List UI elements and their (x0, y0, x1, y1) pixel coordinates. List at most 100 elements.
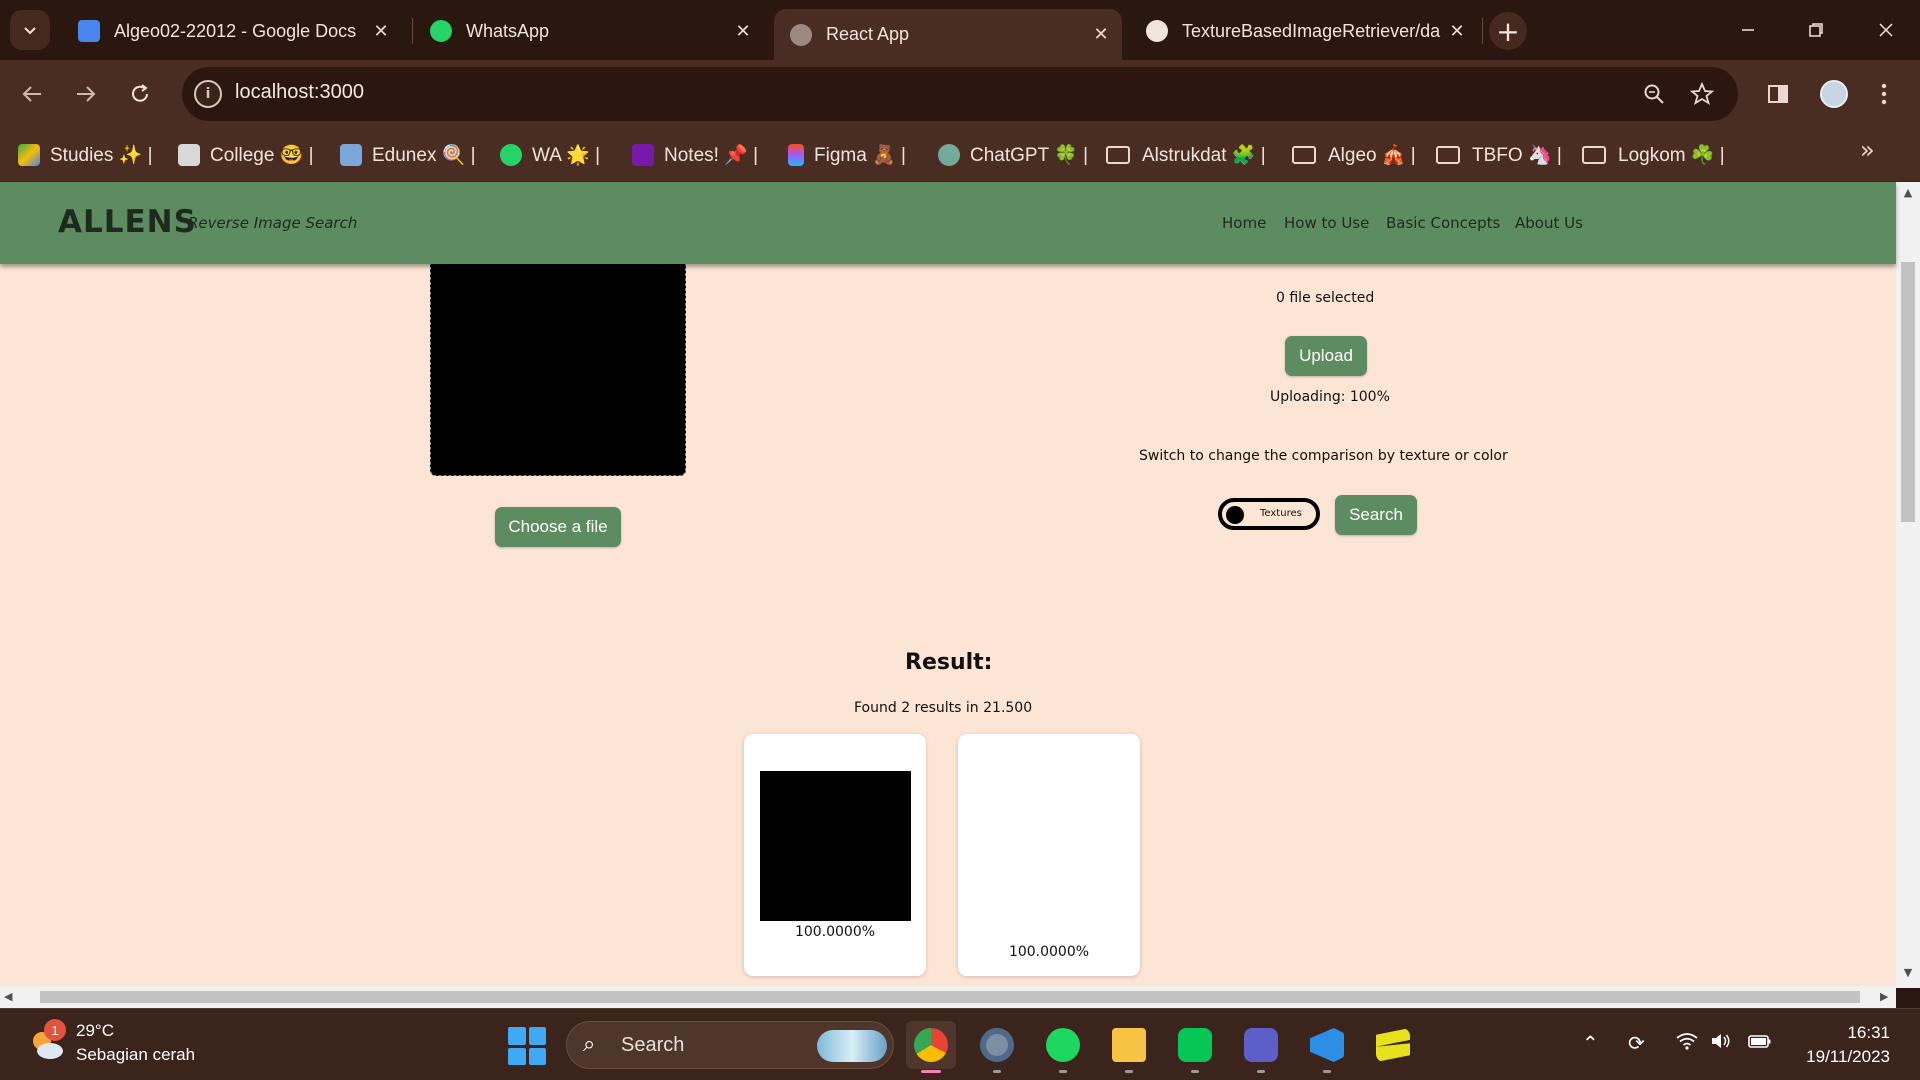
sublime-taskbar-icon[interactable] (1368, 1021, 1418, 1069)
vertical-scrollbar[interactable]: ▲ ▼ (1896, 182, 1920, 988)
tab-github[interactable]: TextureBasedImageRetriever/da ✕ (1130, 9, 1478, 53)
files-selected-text: 0 file selected (1276, 290, 1375, 306)
tab-title: WhatsApp (466, 20, 550, 41)
bookmark-alstrukdat[interactable]: Alstrukdat 🧩 | (1106, 139, 1266, 171)
weather-badge: 1 (44, 1019, 66, 1041)
profile-avatar[interactable] (1820, 80, 1848, 108)
close-icon[interactable]: ✕ (366, 21, 396, 42)
arrow-right-icon (77, 86, 96, 102)
tab-react-app[interactable]: React App ✕ (774, 9, 1122, 60)
bookmark-algeo[interactable]: Algeo 🎪 | (1292, 139, 1416, 171)
vscode-taskbar-icon[interactable] (1302, 1021, 1352, 1073)
forward-button[interactable] (68, 76, 104, 112)
new-tab-button[interactable]: + (1489, 12, 1527, 50)
volume-icon[interactable] (1710, 1031, 1732, 1055)
bookmark-studies[interactable]: Studies ✨ | (18, 139, 153, 171)
bookmark-tbfo[interactable]: TBFO 🦄 | (1436, 139, 1562, 171)
close-icon[interactable]: ✕ (1442, 21, 1472, 42)
bookmark-star-icon[interactable] (1688, 80, 1716, 108)
nav-about-us[interactable]: About Us (1515, 214, 1583, 232)
site-info-icon[interactable]: i (194, 80, 222, 108)
bookmark-figma[interactable]: Figma 🧸 | (788, 139, 906, 171)
brand-logo[interactable]: ALLENS (58, 204, 197, 240)
whatsapp-icon (430, 20, 452, 42)
battery-icon[interactable] (1748, 1031, 1772, 1055)
reload-button[interactable] (122, 76, 158, 112)
tab-divider (1482, 18, 1483, 44)
chrome-taskbar-icon[interactable] (906, 1021, 956, 1073)
upload-button[interactable]: Upload (1285, 336, 1367, 376)
bookmark-label: WA 🌟 | (532, 145, 601, 166)
result-image (760, 771, 911, 921)
close-icon (1879, 23, 1893, 37)
back-button[interactable] (14, 76, 50, 112)
folder-icon (1106, 146, 1130, 164)
url-text[interactable]: localhost:3000 (235, 81, 364, 104)
minimize-button[interactable] (1728, 12, 1768, 48)
scroll-down-icon[interactable]: ▼ (1896, 962, 1920, 982)
scroll-up-icon[interactable]: ▲ (1896, 182, 1920, 202)
scroll-thumb[interactable] (40, 991, 1860, 1003)
line-taskbar-icon[interactable] (1170, 1021, 1220, 1073)
address-bar[interactable]: i localhost:3000 (182, 67, 1738, 121)
sync-icon[interactable]: ⟳ (1628, 1031, 1645, 1055)
bookmark-label: ChatGPT 🍀 | (970, 145, 1088, 166)
comparison-mode-toggle[interactable]: Textures (1218, 498, 1320, 530)
side-panel-icon[interactable] (1760, 76, 1796, 112)
folder-icon (1582, 146, 1606, 164)
onenote-icon (632, 144, 654, 166)
horizontal-scrollbar[interactable]: ◀ ▶ (0, 986, 1896, 1008)
show-hidden-icons-chevron[interactable]: ⌃ (1582, 1031, 1599, 1055)
page-viewport: ALLENS Reverse Image Search Home How to … (0, 182, 1920, 988)
bookmark-chatgpt[interactable]: ChatGPT 🍀 | (938, 139, 1088, 171)
teams-taskbar-icon[interactable] (1236, 1021, 1286, 1073)
bookmark-label: Alstrukdat 🧩 | (1142, 145, 1266, 166)
bookmark-label: Algeo 🎪 | (1328, 145, 1416, 166)
search-button[interactable]: Search (1335, 495, 1417, 535)
github-icon (1146, 20, 1168, 42)
tab-whatsapp[interactable]: WhatsApp ✕ (414, 9, 764, 53)
zoom-icon[interactable] (1640, 80, 1668, 108)
clock-time[interactable]: 16:31 (1830, 1023, 1890, 1043)
nav-how-to-use[interactable]: How to Use (1284, 214, 1369, 232)
search-icon: ⌕ (583, 1032, 596, 1057)
scroll-right-icon[interactable]: ▶ (1880, 990, 1888, 1003)
tab-title: React App (826, 24, 910, 44)
choose-file-button[interactable]: Choose a file (495, 507, 621, 547)
tab-google-docs[interactable]: Algeo02-22012 - Google Docs ✕ (62, 9, 402, 53)
windows-start-icon[interactable] (508, 1027, 546, 1065)
reload-icon (132, 84, 148, 102)
more-bookmarks-icon[interactable]: » (1860, 136, 1875, 164)
scroll-left-icon[interactable]: ◀ (4, 990, 12, 1003)
bookmark-college[interactable]: College 🤓 | (178, 139, 314, 171)
bookmark-wa[interactable]: WA 🌟 | (500, 139, 600, 171)
taskbar-search[interactable]: ⌕ Search (566, 1021, 894, 1069)
settings-taskbar-icon[interactable] (972, 1021, 1022, 1073)
tab-search-button[interactable] (10, 10, 50, 50)
menu-kebab-icon[interactable] (1866, 76, 1902, 112)
restore-button[interactable] (1796, 12, 1836, 48)
brand-subtitle: Reverse Image Search (188, 214, 358, 232)
file-explorer-taskbar-icon[interactable] (1104, 1021, 1154, 1073)
spotify-taskbar-icon[interactable] (1038, 1021, 1088, 1073)
minimize-icon (1742, 29, 1754, 31)
bookmark-label: Logkom ☘️ | (1618, 145, 1725, 166)
nav-home[interactable]: Home (1222, 214, 1266, 232)
scroll-thumb[interactable] (1901, 262, 1915, 522)
result-card[interactable]: 100.0000% (744, 734, 926, 976)
bookmark-edunex[interactable]: Edunex 🍭 | (340, 139, 476, 171)
bookmark-logkom[interactable]: Logkom ☘️ | (1582, 139, 1725, 171)
weather-description: Sebagian cerah (76, 1045, 196, 1064)
nav-basic-concepts[interactable]: Basic Concepts (1386, 214, 1500, 232)
close-icon[interactable]: ✕ (1086, 24, 1116, 45)
bookmark-label: Edunex 🍭 | (372, 145, 476, 166)
chevron-down-icon (24, 27, 36, 35)
toggle-knob (1226, 506, 1244, 524)
result-card[interactable]: 100.0000% (958, 734, 1140, 976)
bookmark-notes[interactable]: Notes! 📌 | (632, 139, 758, 171)
close-icon[interactable]: ✕ (728, 21, 758, 42)
browser-toolbar: i localhost:3000 (0, 60, 1920, 128)
wifi-icon[interactable] (1676, 1031, 1698, 1055)
close-window-button[interactable] (1866, 12, 1906, 48)
clock-date[interactable]: 19/11/2023 (1790, 1047, 1890, 1067)
